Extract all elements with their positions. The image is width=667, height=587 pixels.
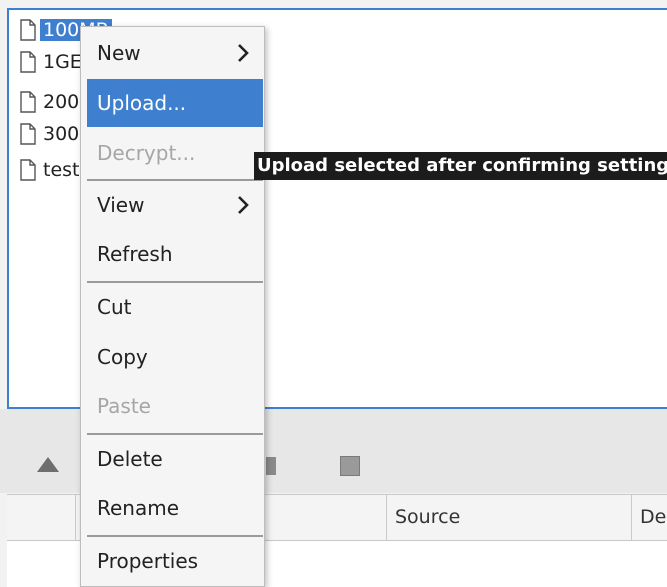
stop-icon[interactable] [340,456,360,476]
menu-item-properties[interactable]: Properties [87,537,263,585]
column-header-source[interactable]: Source [386,495,631,540]
menu-item-label: Copy [97,345,148,369]
menu-item-upload[interactable]: Upload... [87,79,263,127]
pause-icon[interactable] [266,457,276,475]
menu-item-label: Delete [97,447,163,471]
file-item[interactable]: 300 [19,122,82,146]
menu-item-label: Properties [97,549,199,573]
document-icon [20,19,36,41]
menu-item-label: Decrypt... [97,141,196,165]
menu-item-cut[interactable]: Cut [87,283,263,331]
menu-item-label: View [97,193,145,217]
document-icon [20,51,36,73]
menu-item-paste: Paste [87,382,263,430]
menu-item-label: Paste [97,394,151,418]
upload-arrow-icon[interactable] [37,457,59,472]
menu-item-decrypt: Decrypt... [87,129,263,177]
document-icon [20,91,36,113]
document-icon [20,123,36,145]
context-menu: New Upload... Decrypt... View Refresh Cu… [80,26,265,587]
menu-item-copy[interactable]: Copy [87,333,263,381]
chevron-right-icon [238,44,249,62]
column-header-blank[interactable] [7,495,75,540]
document-icon [20,159,36,181]
column-header-destination[interactable]: De [631,495,667,540]
menu-item-label: Rename [97,496,180,520]
file-item[interactable]: 1GE [19,50,85,74]
menu-item-refresh[interactable]: Refresh [87,230,263,278]
menu-item-label: Cut [97,295,132,319]
file-name: test [43,159,80,181]
menu-item-label: New [97,41,141,65]
file-item[interactable]: test [19,158,83,182]
menu-item-rename[interactable]: Rename [87,484,263,532]
tooltip: Upload selected after confirming setting… [254,152,667,180]
menu-item-view[interactable]: View [87,181,263,229]
menu-item-label: Refresh [97,242,173,266]
menu-item-delete[interactable]: Delete [87,435,263,483]
menu-item-label: Upload... [97,91,187,115]
menu-item-new[interactable]: New [87,29,263,77]
file-name: 300 [43,123,80,145]
file-name: 200 [43,91,80,113]
chevron-right-icon [238,196,249,214]
file-item[interactable]: 200 [19,90,82,114]
file-name: 1GE [43,51,82,73]
